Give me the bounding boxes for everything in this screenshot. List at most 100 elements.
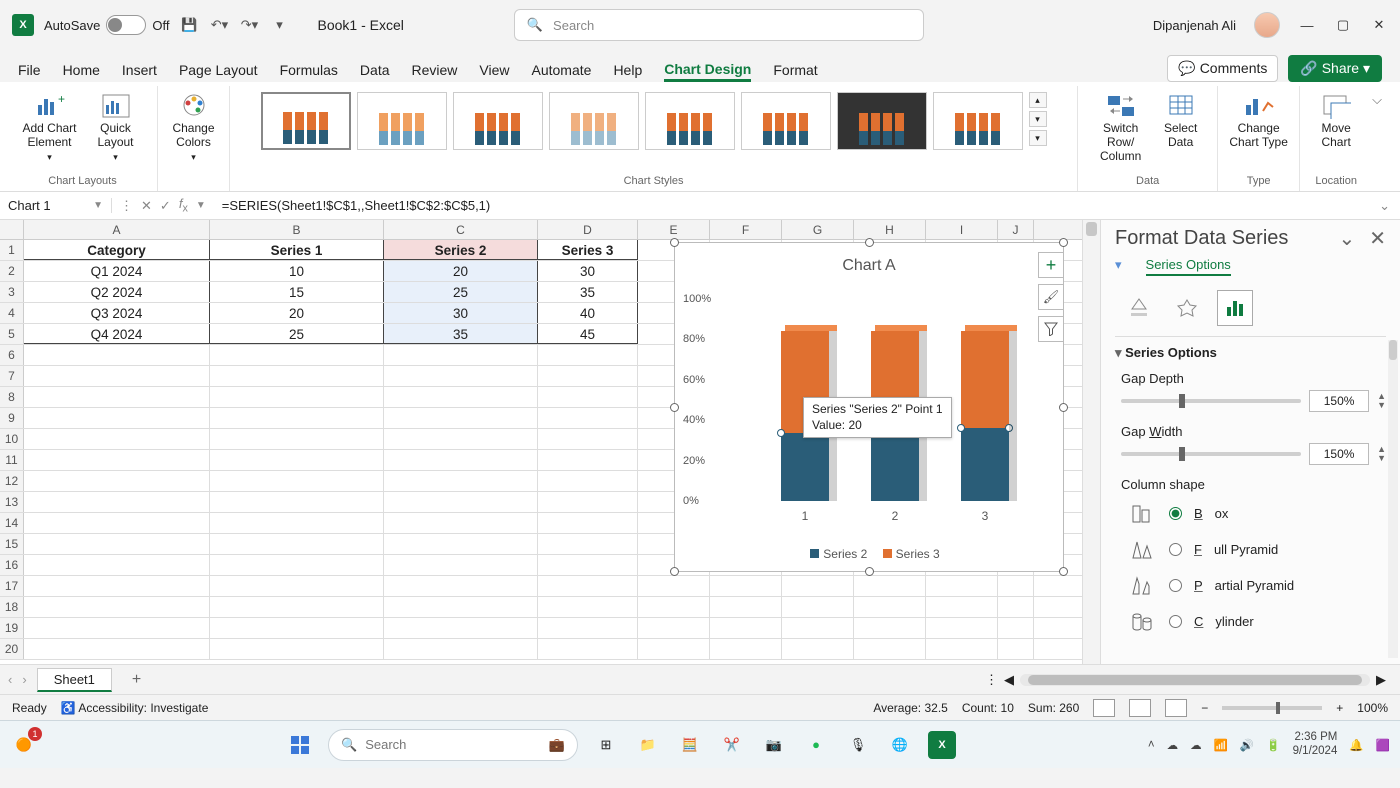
cell[interactable] xyxy=(538,639,638,659)
cell[interactable] xyxy=(782,576,854,596)
row-header[interactable]: 15 xyxy=(0,534,24,554)
battery-icon[interactable]: 🔋 xyxy=(1266,738,1280,752)
row-header[interactable]: 19 xyxy=(0,618,24,638)
cell[interactable] xyxy=(638,597,710,617)
cell[interactable] xyxy=(24,471,210,491)
cell[interactable] xyxy=(538,429,638,449)
pane-options-icon[interactable]: ⌄ xyxy=(1338,226,1355,251)
cell[interactable] xyxy=(384,513,538,533)
series-options-dropdown[interactable]: Series Options xyxy=(1146,257,1231,276)
cell[interactable] xyxy=(210,534,384,554)
tab-review[interactable]: Review xyxy=(412,62,458,82)
cell[interactable] xyxy=(210,471,384,491)
cell[interactable]: Series 2 xyxy=(384,240,538,260)
cell[interactable]: 10 xyxy=(210,261,384,281)
cell[interactable]: 30 xyxy=(384,303,538,323)
chart-style-8[interactable] xyxy=(933,92,1023,150)
row-header[interactable]: 20 xyxy=(0,639,24,659)
cell[interactable]: Series 3 xyxy=(538,240,638,260)
cell[interactable] xyxy=(210,387,384,407)
clock[interactable]: 2:36 PM9/1/2024 xyxy=(1293,731,1338,757)
page-break-view-icon[interactable] xyxy=(1165,699,1187,717)
cell[interactable] xyxy=(710,576,782,596)
expand-formula-icon[interactable]: ⌄ xyxy=(1369,198,1400,214)
cell[interactable] xyxy=(538,366,638,386)
spotify-icon[interactable]: ● xyxy=(802,731,830,759)
effects-icon[interactable] xyxy=(1169,290,1205,326)
mic-icon[interactable]: 🎙 xyxy=(844,731,872,759)
cell[interactable]: Q1 2024 xyxy=(24,261,210,281)
chart-title[interactable]: Chart A xyxy=(675,243,1063,275)
cell[interactable] xyxy=(538,534,638,554)
column-header[interactable]: I xyxy=(926,220,998,239)
cell[interactable] xyxy=(24,492,210,512)
shape-option-box[interactable]: Box xyxy=(1127,500,1386,526)
cell[interactable] xyxy=(638,639,710,659)
taskbar-search[interactable]: 🔍Search💼 xyxy=(328,729,578,761)
cell[interactable] xyxy=(782,597,854,617)
cell[interactable] xyxy=(24,597,210,617)
cell[interactable] xyxy=(926,597,998,617)
avatar[interactable] xyxy=(1254,12,1280,38)
cell[interactable] xyxy=(538,618,638,638)
chart-add-element-icon[interactable]: + xyxy=(1038,252,1064,278)
cell[interactable] xyxy=(384,492,538,512)
column-header[interactable]: D xyxy=(538,220,638,239)
cell[interactable]: 35 xyxy=(384,324,538,344)
cell[interactable] xyxy=(638,576,710,596)
cell[interactable] xyxy=(782,618,854,638)
cell[interactable] xyxy=(210,408,384,428)
weather-icon[interactable]: ☁ xyxy=(1190,738,1202,752)
horizontal-scrollbar[interactable] xyxy=(1020,674,1370,686)
column-header[interactable]: C xyxy=(384,220,538,239)
change-chart-type-button[interactable]: Change Chart Type xyxy=(1224,90,1294,150)
cell[interactable] xyxy=(538,345,638,365)
cell[interactable] xyxy=(998,639,1034,659)
widgets-icon[interactable]: 🟠1 xyxy=(10,731,38,759)
cell[interactable] xyxy=(24,345,210,365)
row-header[interactable]: 11 xyxy=(0,450,24,470)
cell[interactable] xyxy=(24,555,210,575)
add-chart-element-button[interactable]: + Add Chart Element▾ xyxy=(19,90,81,162)
cell[interactable] xyxy=(384,576,538,596)
cell[interactable] xyxy=(24,408,210,428)
cell[interactable]: Q4 2024 xyxy=(24,324,210,344)
column-header[interactable]: J xyxy=(998,220,1034,239)
cancel-formula-icon[interactable]: ✕ xyxy=(141,198,152,214)
chart-object[interactable]: Chart A 0%20%40%60%80%100%123 Series "Se… xyxy=(674,242,1064,572)
cell[interactable] xyxy=(384,387,538,407)
cell[interactable] xyxy=(24,618,210,638)
cell[interactable]: 30 xyxy=(538,261,638,281)
column-header[interactable]: B xyxy=(210,220,384,239)
cell[interactable] xyxy=(926,576,998,596)
cell[interactable] xyxy=(384,408,538,428)
shape-option-partial-pyramid[interactable]: Partial Pyramid xyxy=(1127,572,1386,598)
row-header[interactable]: 12 xyxy=(0,471,24,491)
row-header[interactable]: 2 xyxy=(0,261,24,281)
row-header[interactable]: 17 xyxy=(0,576,24,596)
minimize-icon[interactable]: — xyxy=(1298,16,1316,34)
zoom-level[interactable]: 100% xyxy=(1357,701,1388,715)
row-header[interactable]: 7 xyxy=(0,366,24,386)
cell[interactable]: 20 xyxy=(384,261,538,281)
cell[interactable] xyxy=(384,555,538,575)
chart-style-6[interactable] xyxy=(741,92,831,150)
cell[interactable] xyxy=(24,576,210,596)
cell[interactable]: 40 xyxy=(538,303,638,323)
cell[interactable] xyxy=(538,492,638,512)
column-header[interactable]: G xyxy=(782,220,854,239)
prev-sheet-icon[interactable]: ‹ xyxy=(8,672,12,687)
ribbon-collapse-icon[interactable]: ⌵ xyxy=(1372,86,1392,191)
tab-page-layout[interactable]: Page Layout xyxy=(179,62,258,82)
excel-taskbar-icon[interactable]: X xyxy=(928,731,956,759)
calculator-icon[interactable]: 🧮 xyxy=(676,731,704,759)
maximize-icon[interactable]: ▢ xyxy=(1334,16,1352,34)
cell[interactable] xyxy=(538,408,638,428)
select-data-button[interactable]: Select Data xyxy=(1156,90,1206,150)
cell[interactable] xyxy=(538,576,638,596)
enter-formula-icon[interactable]: ✓ xyxy=(160,198,171,214)
styles-up-icon[interactable]: ▴ xyxy=(1029,92,1047,108)
row-header[interactable]: 8 xyxy=(0,387,24,407)
page-layout-view-icon[interactable] xyxy=(1129,699,1151,717)
cell[interactable]: Q2 2024 xyxy=(24,282,210,302)
